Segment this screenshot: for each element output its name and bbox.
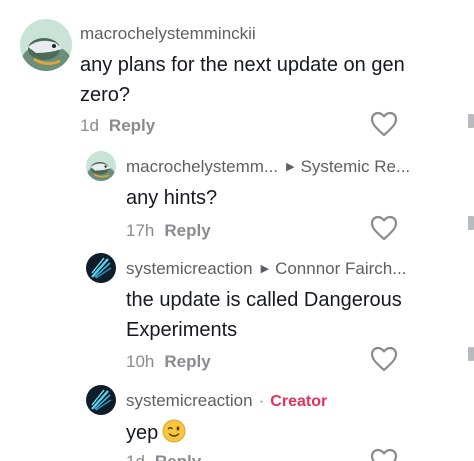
- like-heart-icon[interactable]: [370, 215, 398, 241]
- reply-to-username[interactable]: Systemic Re...: [301, 157, 411, 176]
- comment-body: any plans for the next update on gen zer…: [80, 54, 405, 106]
- reply-to-username[interactable]: Connnor Fairch...: [275, 259, 406, 278]
- reply-arrow-icon: ▶: [260, 263, 270, 275]
- reply-button[interactable]: Reply: [155, 452, 201, 461]
- username-text[interactable]: macrochelystemminckii: [80, 24, 256, 43]
- comment-username[interactable]: systemicreaction · Creator: [126, 391, 327, 411]
- username-text[interactable]: systemicreaction: [126, 259, 253, 278]
- like-heart-icon[interactable]: [370, 448, 398, 461]
- comment-body: the update is called Dangerous Experimen…: [126, 289, 402, 341]
- comment-timestamp: 17h: [126, 221, 155, 240]
- separator: ·: [258, 391, 265, 410]
- username-text[interactable]: macrochelystemm...: [126, 157, 278, 176]
- reply-button[interactable]: Reply: [164, 221, 210, 240]
- comment-meta: 1d Reply: [80, 116, 155, 136]
- comment-text: any plans for the next update on gen zer…: [80, 50, 440, 110]
- reply-arrow-icon: ▶: [286, 161, 295, 173]
- comment-meta: 17h Reply: [126, 221, 211, 241]
- avatar[interactable]: [20, 19, 72, 71]
- like-heart-icon[interactable]: [370, 111, 398, 137]
- comment-body: yep: [126, 422, 159, 444]
- creator-badge: Creator: [270, 393, 328, 410]
- offscreen-icon-fragment: [468, 347, 474, 361]
- comment-meta: 1d Reply: [126, 452, 201, 461]
- comment-timestamp: 1d: [80, 116, 99, 135]
- comment-meta: 10h Reply: [126, 352, 211, 372]
- comment-body: any hints?: [126, 187, 218, 209]
- avatar[interactable]: [86, 253, 116, 283]
- comment-username[interactable]: systemicreaction ▶ Connnor Fairch...: [126, 259, 406, 279]
- offscreen-icon-fragment: [468, 114, 474, 128]
- comment-text: yep: [126, 418, 426, 448]
- winking-face-icon: [162, 419, 186, 443]
- avatar[interactable]: [86, 151, 116, 181]
- comment-username[interactable]: macrochelystemm... ▶ Systemic Re...: [126, 157, 410, 177]
- comment-timestamp: 10h: [126, 352, 155, 371]
- reply-button[interactable]: Reply: [109, 116, 155, 135]
- username-text[interactable]: systemicreaction: [126, 391, 253, 410]
- like-heart-icon[interactable]: [370, 346, 398, 372]
- offscreen-icon-fragment: [468, 216, 474, 230]
- reply-button[interactable]: Reply: [164, 352, 210, 371]
- comment-username[interactable]: macrochelystemminckii: [80, 24, 256, 44]
- comment-text: the update is called Dangerous Experimen…: [126, 285, 426, 345]
- avatar[interactable]: [86, 385, 116, 415]
- comment-timestamp: 1d: [126, 452, 145, 461]
- comment-text: any hints?: [126, 183, 426, 213]
